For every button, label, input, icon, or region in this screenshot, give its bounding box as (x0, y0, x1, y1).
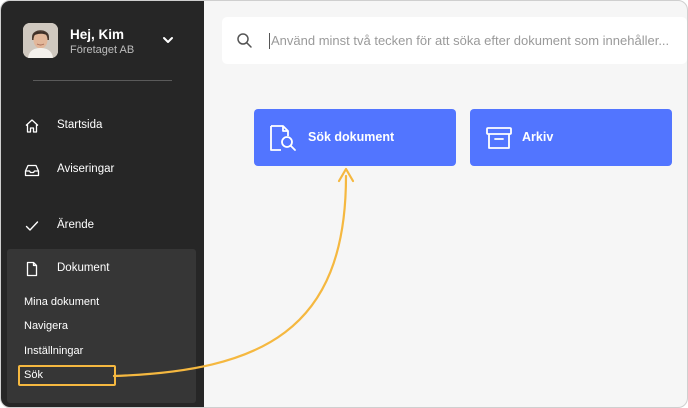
sidebar: Hej, Kim Företaget AB Startsida Aviserin… (1, 1, 204, 407)
home-icon (25, 119, 39, 133)
document-icon (26, 261, 38, 277)
search-document-icon (270, 125, 296, 151)
check-icon (25, 221, 39, 231)
sidebar-item-startsida[interactable]: Startsida (21, 114, 191, 138)
sidebar-item-dokument[interactable]: Dokument (21, 257, 191, 281)
archive-icon (486, 127, 512, 149)
search-icon (237, 33, 252, 48)
user-profile-menu[interactable]: Hej, Kim Företaget AB (23, 23, 183, 61)
subitem-installningar[interactable]: Inställningar (24, 345, 83, 357)
sidebar-divider (33, 80, 172, 81)
subitem-mina-dokument[interactable]: Mina dokument (24, 296, 99, 308)
chevron-down-icon[interactable] (161, 33, 175, 47)
inbox-icon (24, 164, 40, 177)
text-caret (269, 33, 270, 49)
archive-button[interactable]: Arkiv (470, 109, 672, 166)
search-documents-button[interactable]: Sök dokument (254, 109, 456, 166)
user-greeting: Hej, Kim (70, 27, 125, 42)
search-input[interactable] (271, 28, 687, 52)
sidebar-item-label: Startsida (57, 119, 103, 131)
subitem-navigera[interactable]: Navigera (24, 320, 68, 332)
user-company: Företaget AB (70, 44, 135, 56)
sidebar-item-label: Ärende (57, 219, 95, 231)
search-bar[interactable] (222, 17, 687, 64)
sidebar-item-aviseringar[interactable]: Aviseringar (21, 158, 191, 182)
sidebar-item-label: Dokument (57, 262, 110, 274)
subitem-sok[interactable]: Sök (24, 369, 43, 381)
avatar (23, 23, 58, 58)
document-menu-group: Dokument Mina dokument Navigera Inställn… (7, 249, 196, 403)
archive-label: Arkiv (522, 130, 554, 144)
sidebar-item-label: Aviseringar (57, 163, 115, 175)
search-documents-label: Sök dokument (308, 130, 395, 144)
app-window: Hej, Kim Företaget AB Startsida Aviserin… (0, 0, 688, 408)
sidebar-item-arende[interactable]: Ärende (21, 214, 191, 238)
